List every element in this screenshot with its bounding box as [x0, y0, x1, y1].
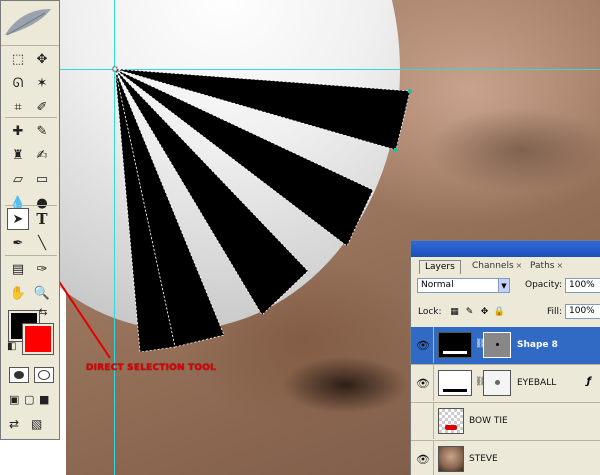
standard-mode-button[interactable] [9, 367, 29, 383]
layer-row-shape-8[interactable]: 👁 ⛓ Shape 8 [411, 327, 600, 365]
lock-transparent-pixels-icon[interactable]: ▦ [449, 306, 460, 317]
screen-mode-full-icon[interactable]: ■ [39, 393, 49, 406]
gradient-tool-icon[interactable]: ▭ [31, 168, 53, 190]
tool-row-1: ⬚ ✥ ᘏ ✶ ⌗ ✐ [6, 47, 58, 119]
layer-name[interactable]: Shape 8 [517, 340, 558, 350]
opacity-label: Opacity: [525, 280, 562, 290]
blend-mode-select[interactable]: Normal [417, 278, 509, 293]
tool-separator [5, 255, 57, 256]
screen-mode-full-menu-icon[interactable]: ▢ [24, 393, 34, 406]
layer-name[interactable]: BOW TIE [469, 416, 508, 426]
swap-colors-icon[interactable]: ⇆ [39, 307, 47, 318]
brush-tool-icon[interactable]: ✎ [31, 120, 53, 142]
slice-tool-icon[interactable]: ✐ [31, 96, 53, 118]
visibility-toggle[interactable]: 👁 [411, 327, 434, 363]
magic-wand-tool-icon[interactable]: ✶ [31, 72, 53, 94]
annotation-label: DIRECT SELECTION TOOL [86, 363, 217, 373]
marquee-tool-icon[interactable]: ⬚ [7, 48, 29, 70]
lock-image-pixels-icon[interactable]: ✎ [464, 306, 475, 317]
close-icon[interactable]: × [556, 261, 563, 270]
crop-tool-icon[interactable]: ⌗ [7, 96, 29, 118]
background-color-swatch[interactable] [22, 323, 54, 355]
eyedropper-tool-icon[interactable]: ✑ [31, 258, 53, 280]
layer-name[interactable]: EYEBALL [517, 378, 556, 388]
notes-tool-icon[interactable]: ▤ [7, 258, 29, 280]
anchor-point[interactable] [112, 66, 118, 72]
pen-tool-icon[interactable]: ✒ [7, 232, 29, 254]
tool-row-3: ➤ T ✒ ╲ [6, 207, 58, 255]
eye-icon[interactable]: 👁 [415, 375, 431, 391]
close-icon[interactable]: × [516, 261, 523, 270]
layers-panel[interactable]: Layers Channels × Paths × Normal ▼ Opacity… [410, 240, 600, 475]
anchor-point[interactable] [394, 148, 398, 152]
clone-stamp-tool-icon[interactable]: ♜ [7, 144, 29, 166]
fill-label: Fill: [547, 307, 563, 317]
history-brush-tool-icon[interactable]: ✍ [31, 144, 53, 166]
vector-mask-thumbnail[interactable] [483, 332, 511, 358]
eye-icon[interactable]: 👁 [415, 337, 431, 353]
feather-icon [5, 9, 51, 36]
default-colors-icon[interactable]: ◧ [7, 341, 16, 352]
eraser-tool-icon[interactable]: ▱ [7, 168, 29, 190]
zoom-tool-icon[interactable]: 🔍 [31, 282, 53, 304]
anchor-point[interactable] [408, 89, 412, 93]
tab-channels[interactable]: Channels × [467, 260, 527, 274]
layers-panel-tabs: Layers Channels × Paths × [415, 258, 600, 276]
layer-row-eyeball[interactable]: 👁 ⛓ EYEBALL ƒ [411, 365, 600, 403]
jump-to-imageready-icon[interactable]: ⇄ [9, 417, 19, 431]
opacity-input[interactable]: 100% [565, 278, 600, 293]
tools-palette-header[interactable] [1, 1, 59, 46]
quick-mask-mode-button[interactable] [34, 367, 54, 383]
healing-brush-tool-icon[interactable]: ✚ [7, 120, 29, 142]
visibility-toggle[interactable]: 👁 [411, 441, 434, 475]
eye-icon[interactable]: 👁 [415, 451, 431, 467]
tool-row-4: ▤ ✑ ✋ 🔍 [6, 257, 58, 305]
layer-mask-thumbnail[interactable] [483, 370, 511, 396]
layer-row-steve[interactable]: 👁 STEVE [411, 441, 600, 475]
tool-row-2: ✚ ✎ ♜ ✍ ▱ ▭ 💧 ● [6, 119, 58, 215]
layers-panel-titlebar[interactable] [411, 241, 600, 257]
lock-position-icon[interactable]: ✥ [479, 306, 490, 317]
lock-all-icon[interactable]: 🔒 [494, 306, 505, 317]
fill-input[interactable]: 100% [565, 304, 600, 319]
layer-row-bow-tie[interactable]: BOW TIE [411, 403, 600, 441]
type-tool-icon[interactable]: T [31, 208, 53, 230]
tool-separator [5, 117, 57, 118]
layer-thumbnail [438, 370, 472, 396]
chevron-down-icon[interactable]: ▼ [498, 278, 510, 293]
direct-selection-tool-icon[interactable]: ➤ [7, 208, 29, 230]
tool-separator [5, 205, 57, 206]
lasso-tool-icon[interactable]: ᘏ [7, 72, 29, 94]
layers-list[interactable]: 👁 ⛓ Shape 8 👁 ⛓ EYEBALL ƒ BOW TIE 👁 STEV… [411, 327, 600, 475]
line-tool-icon[interactable]: ╲ [31, 232, 53, 254]
layer-thumbnail [438, 446, 464, 472]
visibility-toggle[interactable] [411, 403, 434, 439]
lock-label: Lock: [418, 307, 442, 317]
hand-tool-icon[interactable]: ✋ [7, 282, 29, 304]
jump-to-imageready-secondary-icon[interactable]: ▧ [31, 417, 42, 431]
layer-thumbnail [438, 408, 464, 434]
layer-name[interactable]: STEVE [469, 454, 498, 464]
visibility-toggle[interactable]: 👁 [411, 365, 434, 401]
tab-layers[interactable]: Layers [419, 260, 461, 274]
screen-mode-standard-icon[interactable]: ▣ [9, 393, 19, 406]
move-tool-icon[interactable]: ✥ [31, 48, 53, 70]
layer-thumbnail [438, 332, 472, 358]
tab-paths[interactable]: Paths × [525, 260, 568, 274]
tools-palette[interactable]: ⬚ ✥ ᘏ ✶ ⌗ ✐ ✚ ✎ ♜ ✍ ▱ ▭ 💧 ● ➤ T ✒ ╲ ▤ ✑ ✋ 🔍 ⇆ ◧ ▣ ▢… [0, 0, 60, 440]
layer-effects-icon[interactable]: ƒ [587, 376, 591, 387]
